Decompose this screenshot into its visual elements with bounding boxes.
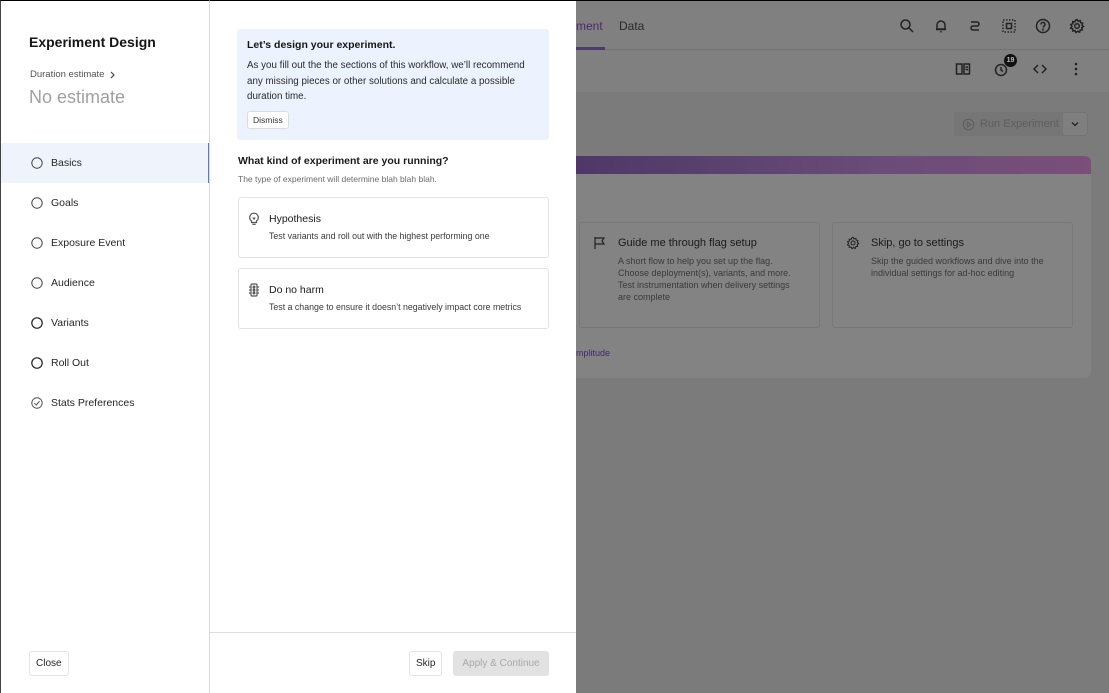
footer-divider — [210, 632, 576, 633]
sidebar-item-audience[interactable]: Audience — [1, 263, 210, 303]
play-icon — [962, 118, 975, 130]
option-description: Test variants and roll out with the high… — [269, 231, 490, 241]
option-hypothesis[interactable]: Hypothesis Test variants and roll out wi… — [238, 197, 549, 258]
experiment-type-helper-text: The type of experiment will determine bl… — [238, 174, 437, 184]
lightbulb-icon — [248, 212, 260, 226]
sidebar-item-label: Roll Out — [51, 357, 89, 369]
intro-callout: Let’s design your experiment. As you fil… — [237, 29, 549, 140]
dismiss-button[interactable]: Dismiss — [247, 110, 289, 129]
bell-icon[interactable] — [932, 17, 950, 35]
option-guide-flag-setup[interactable]: Guide me through flag setup A short flow… — [579, 222, 820, 328]
run-options-dropdown[interactable] — [1062, 112, 1088, 136]
history-count-badge: 19 — [1004, 54, 1017, 67]
flag-icon — [593, 236, 607, 250]
sidebar-item-stats-preferences[interactable]: Stats Preferences — [1, 383, 210, 423]
sidebar-item-roll-out[interactable]: Roll Out — [1, 343, 210, 383]
sidebar-item-label: Variants — [51, 317, 89, 329]
sidebar-item-label: Basics — [51, 157, 82, 169]
book-icon[interactable] — [954, 60, 972, 78]
option-title: Guide me through flag setup — [618, 237, 757, 249]
sidebar-item-variants[interactable]: Variants — [1, 303, 210, 343]
duration-estimate-value: No estimate — [29, 87, 126, 107]
run-experiment-button[interactable]: Run Experiment — [954, 112, 1062, 136]
workflow-icon[interactable] — [966, 17, 984, 35]
sidebar-item-label: Audience — [51, 277, 95, 289]
sidebar-item-label: Stats Preferences — [51, 397, 135, 409]
tab-data[interactable]: Data — [619, 19, 644, 33]
sidebar-item-label: Exposure Event — [51, 237, 126, 249]
circle-outline-icon — [31, 237, 43, 249]
sidebar-item-label: Goals — [51, 197, 79, 209]
intro-title: Let’s design your experiment. — [247, 39, 396, 51]
option-title: Hypothesis — [269, 213, 321, 225]
sidebar-item-exposure-event[interactable]: Exposure Event — [1, 223, 210, 263]
option-description: A short flow to help you set up the flag… — [618, 256, 791, 302]
setup-card: Guide me through flag setup A short flow… — [560, 156, 1091, 378]
chevron-down-icon — [1071, 122, 1079, 127]
amplitude-link[interactable]: mplitude — [576, 348, 610, 358]
experiment-design-dialog: Let’s design your experiment. As you fil… — [209, 0, 576, 693]
card-gradient-banner — [560, 156, 1091, 174]
gear-icon — [846, 236, 860, 250]
step-nav-list: Basics Goals Exposure Event Audience Var… — [1, 143, 211, 423]
option-title: Skip, go to settings — [871, 237, 964, 249]
checkmark-circle-icon — [31, 397, 43, 409]
more-vertical-icon[interactable] — [1067, 60, 1085, 78]
code-icon[interactable] — [1031, 60, 1049, 78]
circle-outline-icon — [31, 277, 43, 289]
sidebar-item-basics[interactable]: Basics — [1, 143, 211, 183]
duration-estimate-link[interactable]: Duration estimate — [30, 69, 116, 80]
help-icon[interactable] — [1034, 17, 1052, 35]
sidebar-title: Experiment Design — [29, 34, 156, 50]
settings-icon[interactable] — [1068, 17, 1086, 35]
search-icon[interactable] — [898, 17, 916, 35]
sidebar-item-goals[interactable]: Goals — [1, 183, 210, 223]
tab-experiment[interactable]: ment — [576, 19, 603, 33]
option-description: Test a change to ensure it doesn’t negat… — [269, 302, 522, 312]
option-do-no-harm[interactable]: Do no harm Test a change to ensure it do… — [238, 268, 549, 329]
circle-outline-icon — [31, 357, 43, 369]
circle-outline-icon — [31, 197, 43, 209]
experiment-type-question: What kind of experiment are you running? — [238, 155, 449, 167]
experiment-design-sidebar: Experiment Design Duration estimate No e… — [0, 0, 211, 693]
select-box-icon[interactable] — [1000, 17, 1018, 35]
history-icon[interactable]: 19 — [992, 54, 1017, 78]
skip-button[interactable]: Skip — [409, 651, 443, 676]
option-description: Skip the guided workflows and dive into … — [871, 256, 1044, 278]
traffic-light-icon — [248, 283, 260, 297]
option-title: Do no harm — [269, 284, 324, 296]
apply-continue-button[interactable]: Apply & Continue — [453, 651, 549, 676]
circle-outline-icon — [31, 317, 43, 329]
intro-text: As you fill out the the sections of this… — [247, 60, 525, 102]
option-skip-to-settings[interactable]: Skip, go to settings Skip the guided wor… — [832, 222, 1073, 328]
duration-estimate-label: Duration estimate — [30, 69, 105, 80]
run-experiment-label: Run Experiment — [980, 118, 1059, 130]
close-button[interactable]: Close — [29, 651, 69, 676]
chevron-right-icon — [111, 71, 116, 78]
circle-outline-icon — [31, 157, 43, 169]
